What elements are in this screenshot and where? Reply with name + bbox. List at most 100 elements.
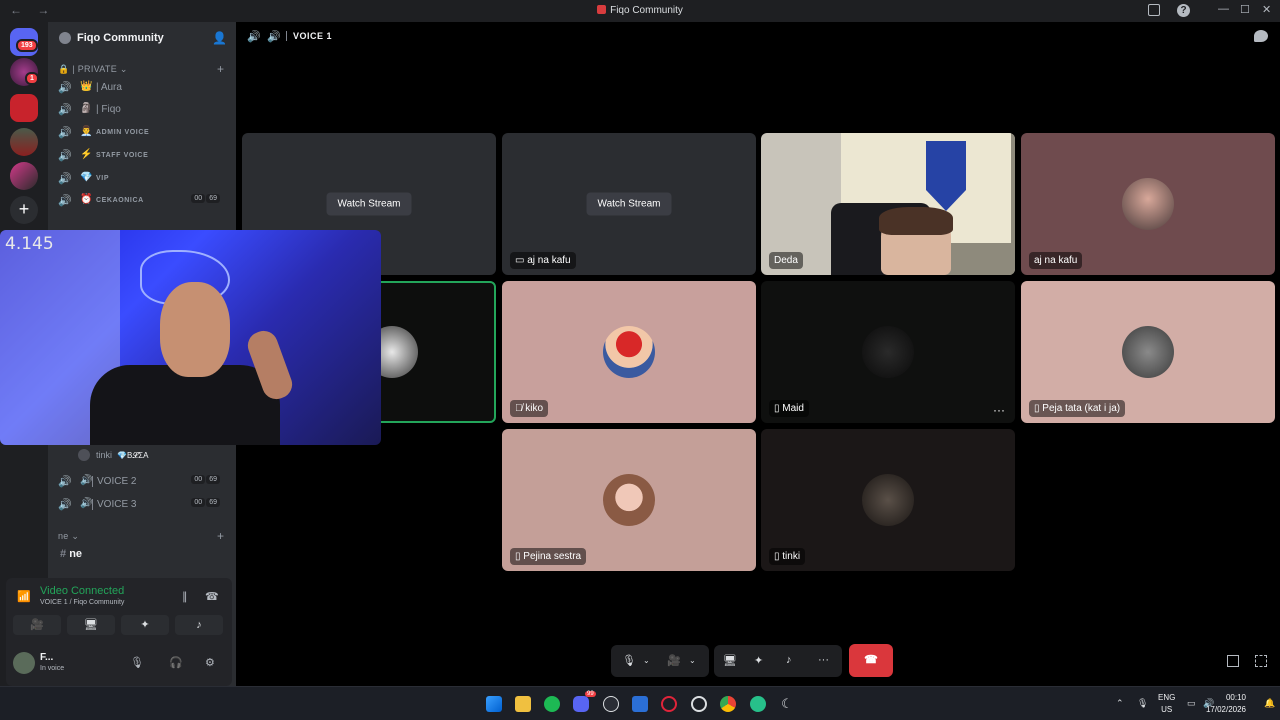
app-icon[interactable] <box>603 696 619 712</box>
screen-share-button[interactable]: 🖥 <box>67 615 115 635</box>
microphone-icon[interactable]: 🎙 <box>622 654 636 667</box>
more-options-icon[interactable]: ··· <box>993 403 1005 417</box>
spotify-icon[interactable] <box>544 696 560 712</box>
webcam-overlay: 4.145 <box>0 230 381 445</box>
soundboard-button[interactable]: ♪ <box>175 615 223 635</box>
person-head-image <box>160 282 230 377</box>
camera-off-button[interactable]: 🎥 <box>13 615 61 635</box>
network-icon[interactable]: ▭ <box>1187 698 1196 709</box>
participant-label: ▯ tinki <box>769 548 806 565</box>
server-badge-icon <box>59 32 71 44</box>
minimize-button[interactable]: — <box>1218 3 1229 15</box>
more-options-icon[interactable]: ··· <box>818 654 829 666</box>
voice-channel-cekaonica[interactable]: 🔊 ⏰ CEKAONICA 00 69 <box>58 191 230 211</box>
voice-channel-3[interactable]: 🔊 🔊 VOICE 3 00 69 <box>58 495 230 515</box>
microphone-icon[interactable]: 🎙 <box>1137 698 1148 709</box>
speaker-icon: 🔊 <box>247 31 261 43</box>
activities-icon[interactable]: ✦ <box>754 654 763 667</box>
participant-tile[interactable]: ▯ Maid ··· <box>761 281 1015 423</box>
add-server-button[interactable]: + <box>10 196 38 224</box>
voice-channel-staff[interactable]: 🔊 ⚡ STAFF VOICE <box>58 146 230 166</box>
voice-channel-admin[interactable]: 🔊 👨‍💼 ADMIN VOICE <box>58 123 230 143</box>
chat-icon[interactable] <box>1254 30 1268 42</box>
voice-user-tinki[interactable]: tinki 💎B𝓛ΣA <box>78 449 148 461</box>
avatar <box>603 474 655 526</box>
notification-bell-icon[interactable]: 🔔 <box>1264 698 1275 709</box>
participant-label: 🎙̸ kiko <box>510 400 549 417</box>
discord-icon[interactable] <box>573 696 589 712</box>
channel-name: ADMIN VOICE <box>96 129 150 136</box>
hash-icon: # <box>60 548 70 560</box>
participant-tile[interactable]: 🎙̸ kiko <box>502 281 756 423</box>
chevron-down-icon[interactable]: ⌄ <box>689 656 696 665</box>
soundboard-icon[interactable]: ♪ <box>786 654 792 666</box>
screen-share-icon[interactable]: 🖥 <box>723 654 737 667</box>
microphone-icon[interactable]: 🎙 <box>130 656 144 669</box>
chevron-down-icon[interactable]: ⌄ <box>643 656 650 665</box>
participant-label: ▯ Maid <box>769 400 809 417</box>
fiqo-server-icon[interactable] <box>10 94 38 122</box>
speaker-icon: 🔊 <box>58 82 72 94</box>
category-private[interactable]: 🔒 | PRIVATE ⌄ <box>58 64 128 75</box>
headphones-icon[interactable]: 🎧 <box>169 656 183 669</box>
activities-button[interactable]: ✦ <box>121 615 169 635</box>
category-ne[interactable]: ne ⌄ <box>58 531 79 542</box>
file-explorer-icon[interactable] <box>515 696 531 712</box>
maximize-button[interactable]: ☐ <box>1240 3 1250 16</box>
participant-tile[interactable]: ▯ tinki <box>761 429 1015 571</box>
close-button[interactable]: ✕ <box>1262 3 1271 16</box>
user-limit: 00 69 <box>190 498 220 507</box>
participant-tile[interactable]: ▯ Peja tata (kat i ja) <box>1021 281 1275 423</box>
chevron-up-icon[interactable]: ⌃ <box>1116 698 1124 709</box>
settings-gear-icon[interactable]: ⚙ <box>205 656 215 669</box>
channel-name: VOICE 3 <box>92 499 136 510</box>
app-icon[interactable]: ☾ <box>779 696 795 712</box>
fullscreen-icon[interactable] <box>1255 655 1267 667</box>
help-icon[interactable]: ? <box>1177 4 1190 17</box>
participant-tile[interactable]: ▯ Pejina sestra <box>502 429 756 571</box>
app-icon[interactable] <box>691 696 707 712</box>
channel-emoji: ⏰ <box>80 194 93 205</box>
language-indicator[interactable]: ENG US <box>1158 692 1175 716</box>
username[interactable]: F... <box>40 652 53 663</box>
connection-signal-icon[interactable]: 📶 <box>17 590 31 603</box>
create-channel-icon[interactable]: + <box>217 529 224 543</box>
avatar[interactable] <box>13 652 35 674</box>
avatar <box>78 449 90 461</box>
avatar <box>862 326 914 378</box>
voice-channel-2[interactable]: 🔊 🔊 VOICE 2 00 69 <box>58 472 230 492</box>
disconnect-icon[interactable]: ☎ <box>205 590 219 603</box>
voice-channel-vip[interactable]: 🔊 💎 VIP <box>58 169 230 189</box>
voice-location[interactable]: VOICE 1 / Fiqo Community <box>40 599 124 606</box>
clock[interactable]: 00:10 17/02/2026 <box>1206 692 1246 716</box>
watch-stream-button[interactable]: Watch Stream <box>586 192 672 216</box>
avatar <box>1122 178 1174 230</box>
voice-status[interactable]: Video Connected <box>40 585 124 597</box>
chrome-icon[interactable] <box>720 696 736 712</box>
noise-suppression-icon[interactable]: ∥ <box>182 590 188 603</box>
watch-stream-button[interactable]: Watch Stream <box>326 192 412 216</box>
server-icon[interactable] <box>10 162 38 190</box>
app-icon[interactable] <box>750 696 766 712</box>
opera-icon[interactable] <box>661 696 677 712</box>
speaker-icon: 🔊 <box>58 104 72 116</box>
pop-out-icon[interactable] <box>1227 655 1239 667</box>
speaker-icon: 🔊 <box>267 31 281 43</box>
channel-name: CEKAONICA <box>96 197 144 204</box>
invite-people-icon[interactable]: 👤 <box>212 31 227 45</box>
voice-channel-fiqo[interactable]: 🔊 🗿 | Fiqo <box>58 100 230 120</box>
voice-channel-aura[interactable]: 🔊 👑 | Aura <box>58 78 230 98</box>
app-icon[interactable] <box>632 696 648 712</box>
windows-start-icon[interactable] <box>486 696 502 712</box>
stream-tile[interactable]: Watch Stream ▭ aj na kafu <box>502 133 756 275</box>
video-tile[interactable]: Deda <box>761 133 1015 275</box>
text-channel-ne[interactable]: # ne <box>60 548 82 560</box>
channel-emoji: 👨‍💼 <box>80 126 93 137</box>
participant-tile[interactable]: aj na kafu <box>1021 133 1275 275</box>
create-channel-icon[interactable]: + <box>217 62 224 76</box>
camera-off-icon[interactable]: 🎥 <box>667 654 681 667</box>
server-header[interactable]: Fiqo Community 👤 <box>48 22 236 54</box>
server-icon[interactable] <box>10 128 38 156</box>
inbox-icon[interactable] <box>1148 4 1160 16</box>
hang-up-button[interactable]: ☎ <box>849 644 893 677</box>
